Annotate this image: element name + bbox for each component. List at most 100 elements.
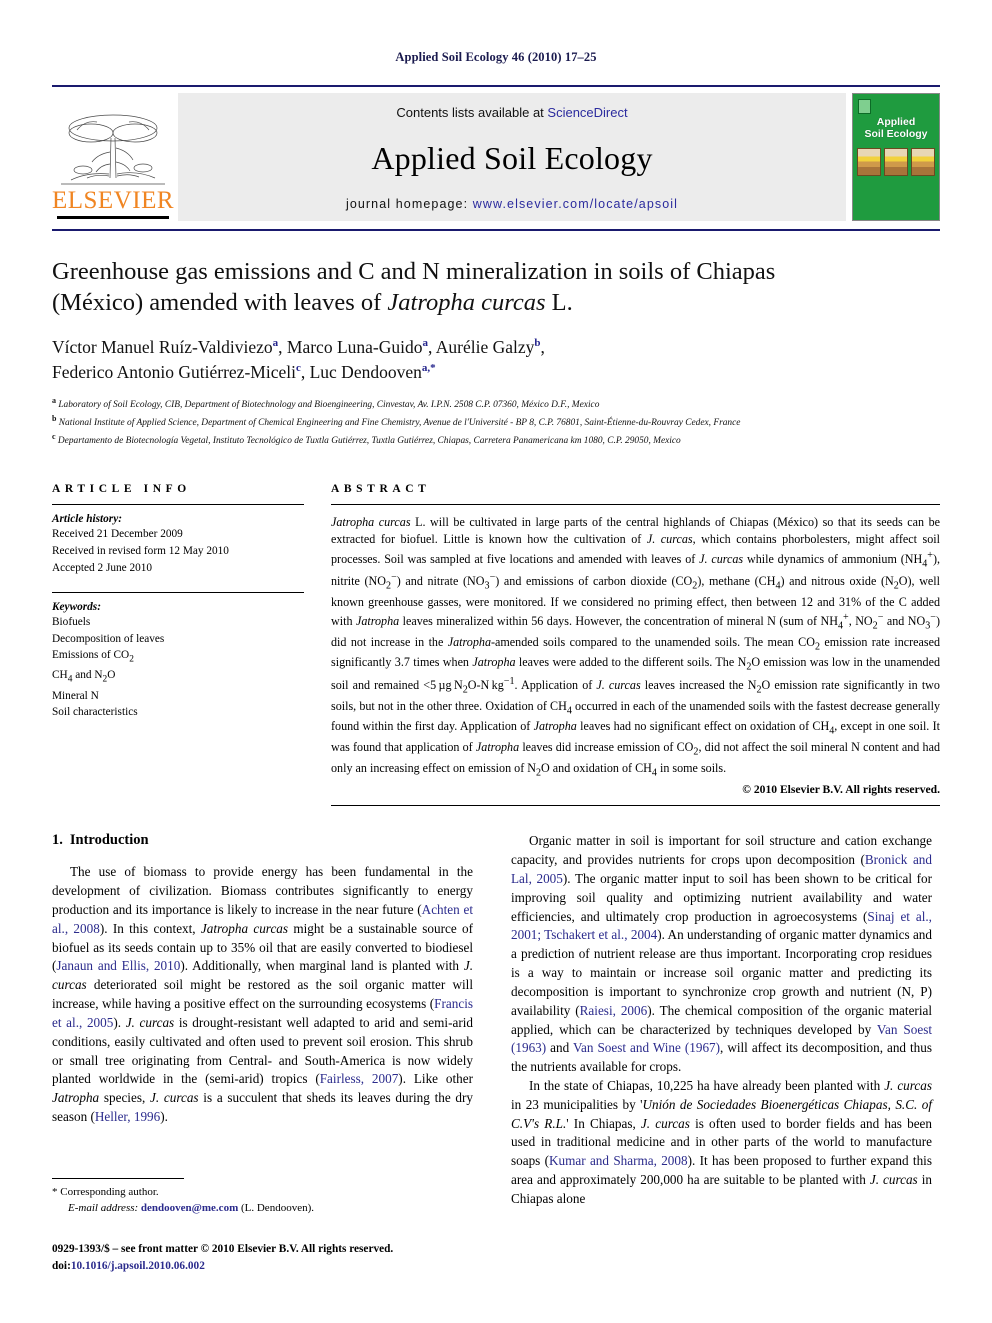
title-species: Jatropha curcas <box>387 288 546 316</box>
affiliation-mark: b <box>52 414 57 424</box>
citation-link[interactable]: Van Soest and Wine (1967) <box>573 1040 720 1055</box>
contents-prefix: Contents lists available at <box>396 105 548 120</box>
journal-title: Applied Soil Ecology <box>371 140 653 176</box>
history-item: Accepted 2 June 2010 <box>52 561 153 574</box>
sciencedirect-banner: Contents lists available at ScienceDirec… <box>178 93 846 221</box>
title-line-2-post: L. <box>545 288 573 316</box>
cover-soil-icon <box>884 147 908 176</box>
info-abstract-region: ARTICLE INFO Article history: Received 2… <box>52 483 941 807</box>
doi-label: doi: <box>52 1259 71 1272</box>
citation-link[interactable]: Heller, 1996 <box>95 1109 160 1124</box>
affiliation-list: a Laboratory of Soil Ecology, CIB, Depar… <box>52 395 940 449</box>
paper-title: Greenhouse gas emissions and C and N min… <box>52 257 940 319</box>
abstract-copyright: © 2010 Elsevier B.V. All rights reserved… <box>742 783 940 797</box>
affiliation-text: National Institute of Applied Science, D… <box>58 418 741 429</box>
affiliation-mark: a <box>52 396 56 406</box>
article-history-label: Article history: <box>52 513 122 526</box>
citation-link[interactable]: Francis et al., 2005 <box>52 996 473 1030</box>
issn-line: 0929-1393/$ – see front matter © 2010 El… <box>52 1243 394 1255</box>
footnote-rule <box>52 1178 184 1179</box>
body-column-left: 1. Introduction The use of biomass to pro… <box>52 832 473 1208</box>
intro-paragraph-1: The use of biomass to provide energy has… <box>52 864 474 1124</box>
author-affiliation-mark: b <box>534 336 541 349</box>
keyword-item: Decomposition of leaves <box>52 632 165 645</box>
sciencedirect-link[interactable]: ScienceDirect <box>547 105 627 120</box>
elsevier-tree-icon <box>61 114 165 185</box>
section-number: 1. <box>52 832 63 849</box>
affiliation-item: c Departamento de Biotecnología Vegetal,… <box>52 431 940 449</box>
history-item: Received in revised form 12 May 2010 <box>52 544 229 557</box>
author: Aurélie Galzyb <box>435 336 541 357</box>
email-line: E-mail address: dendooven@me.com (L. Den… <box>52 1201 473 1217</box>
journal-cover-thumbnail: Applied Soil Ecology <box>852 93 940 221</box>
divider <box>52 504 304 506</box>
affiliation-text: Departamento de Biotecnología Vegetal, I… <box>57 436 681 447</box>
body-column-right: Organic matter in soil is important for … <box>511 832 932 1208</box>
author: Marco Luna-Guidoa <box>286 336 428 357</box>
homepage-line: journal homepage: www.elsevier.com/locat… <box>346 197 678 211</box>
keyword-item: Emissions of CO2 <box>52 649 134 665</box>
corresponding-author-footnote: * Corresponding author. E-mail address: … <box>52 1178 473 1217</box>
citation-link[interactable]: Janaun and Ellis, 2010 <box>56 958 180 973</box>
title-block: Greenhouse gas emissions and C and N min… <box>52 257 940 449</box>
masthead-bottom-rule <box>52 229 940 231</box>
abstract-column: ABSTRACT Jatropha curcas L. will be cult… <box>331 483 941 807</box>
article-info-heading: ARTICLE INFO <box>52 483 191 496</box>
title-line-1: Greenhouse gas emissions and C and N min… <box>52 258 776 285</box>
body-columns: 1. Introduction The use of biomass to pro… <box>52 832 940 1208</box>
author: Luc Dendoovena,* <box>309 361 436 382</box>
abstract-heading: ABSTRACT <box>331 483 431 496</box>
intro-paragraph-2: Organic matter in soil is important for … <box>511 833 933 1075</box>
affiliation-item: b National Institute of Applied Science,… <box>52 413 940 431</box>
cover-title: Applied Soil Ecology <box>864 116 928 140</box>
affiliation-item: a Laboratory of Soil Ecology, CIB, Depar… <box>52 395 940 413</box>
elsevier-underline <box>57 216 169 219</box>
cover-soil-icon <box>857 147 881 176</box>
intro-paragraph-3: In the state of Chiapas, 10,225 ha have … <box>511 1077 932 1206</box>
keyword-item: CH4 and N2O <box>52 669 116 685</box>
author: Federico Antonio Gutiérrez-Micelic <box>52 361 301 382</box>
author-affiliation-mark: a,* <box>421 361 436 374</box>
divider <box>52 592 304 594</box>
journal-masthead: ELSEVIER Contents lists available at Sci… <box>52 85 940 221</box>
email-link[interactable]: dendooven@me.com <box>141 1202 238 1214</box>
author-affiliation-mark: c <box>295 361 301 374</box>
homepage-prefix: journal homepage: <box>345 197 473 211</box>
corresponding-author-note: * Corresponding author. <box>52 1186 159 1198</box>
email-label: E-mail address: <box>68 1201 139 1214</box>
affiliation-mark: c <box>52 432 56 442</box>
title-line-2-pre: (México) amended with leaves of <box>52 288 388 316</box>
divider <box>331 805 940 807</box>
history-item: Received 21 December 2009 <box>52 528 183 541</box>
contents-line: Contents lists available at ScienceDirec… <box>396 105 627 120</box>
article-info-column: ARTICLE INFO Article history: Received 2… <box>52 483 304 720</box>
cover-soil-icon <box>911 147 935 176</box>
cover-emblem-icon <box>858 99 871 114</box>
elsevier-logo: ELSEVIER <box>52 93 174 221</box>
elsevier-wordmark: ELSEVIER <box>51 187 175 214</box>
issn-doi-block: 0929-1393/$ – see front matter © 2010 El… <box>52 1241 512 1275</box>
citation-link[interactable]: Kumar and Sharma, 2008 <box>549 1153 688 1168</box>
paper-page: Applied Soil Ecology 46 (2010) 17–25 ELS… <box>0 0 992 1323</box>
keyword-item: Soil characteristics <box>52 706 138 719</box>
author-list: Víctor Manuel Ruíz-Valdiviezoa, Marco Lu… <box>52 336 545 382</box>
affiliation-text: Laboratory of Soil Ecology, CIB, Departm… <box>58 400 600 411</box>
author: Víctor Manuel Ruíz-Valdiviezoa <box>52 336 279 357</box>
keywords-label: Keywords: <box>52 601 101 614</box>
doi-line: doi:10.1016/j.apsoil.2010.06.002 <box>52 1258 512 1275</box>
author-affiliation-mark: a <box>422 336 428 349</box>
citation-link[interactable]: Bronick and Lal, 2005 <box>511 852 932 886</box>
abstract-text: Jatropha curcas L. will be cultivated in… <box>331 515 941 779</box>
author-affiliation-mark: a <box>272 336 279 349</box>
citation-link[interactable]: Sinaj et al., 2001; Tschakert et al., 20… <box>511 909 932 943</box>
cover-image-strip <box>857 147 935 176</box>
citation-link[interactable]: Raiesi, 2006 <box>580 1003 648 1018</box>
citation-link[interactable]: Fairless, 2007 <box>320 1071 399 1086</box>
running-head: Applied Soil Ecology 46 (2010) 17–25 <box>395 50 597 64</box>
keyword-item: Biofuels <box>52 616 91 629</box>
section-heading-introduction: 1. Introduction <box>52 832 473 849</box>
keyword-item: Mineral N <box>52 689 99 702</box>
homepage-url[interactable]: www.elsevier.com/locate/apsoil <box>473 197 678 211</box>
email-owner: (L. Dendooven). <box>238 1201 314 1214</box>
doi-link[interactable]: 10.1016/j.apsoil.2010.06.002 <box>71 1260 205 1272</box>
